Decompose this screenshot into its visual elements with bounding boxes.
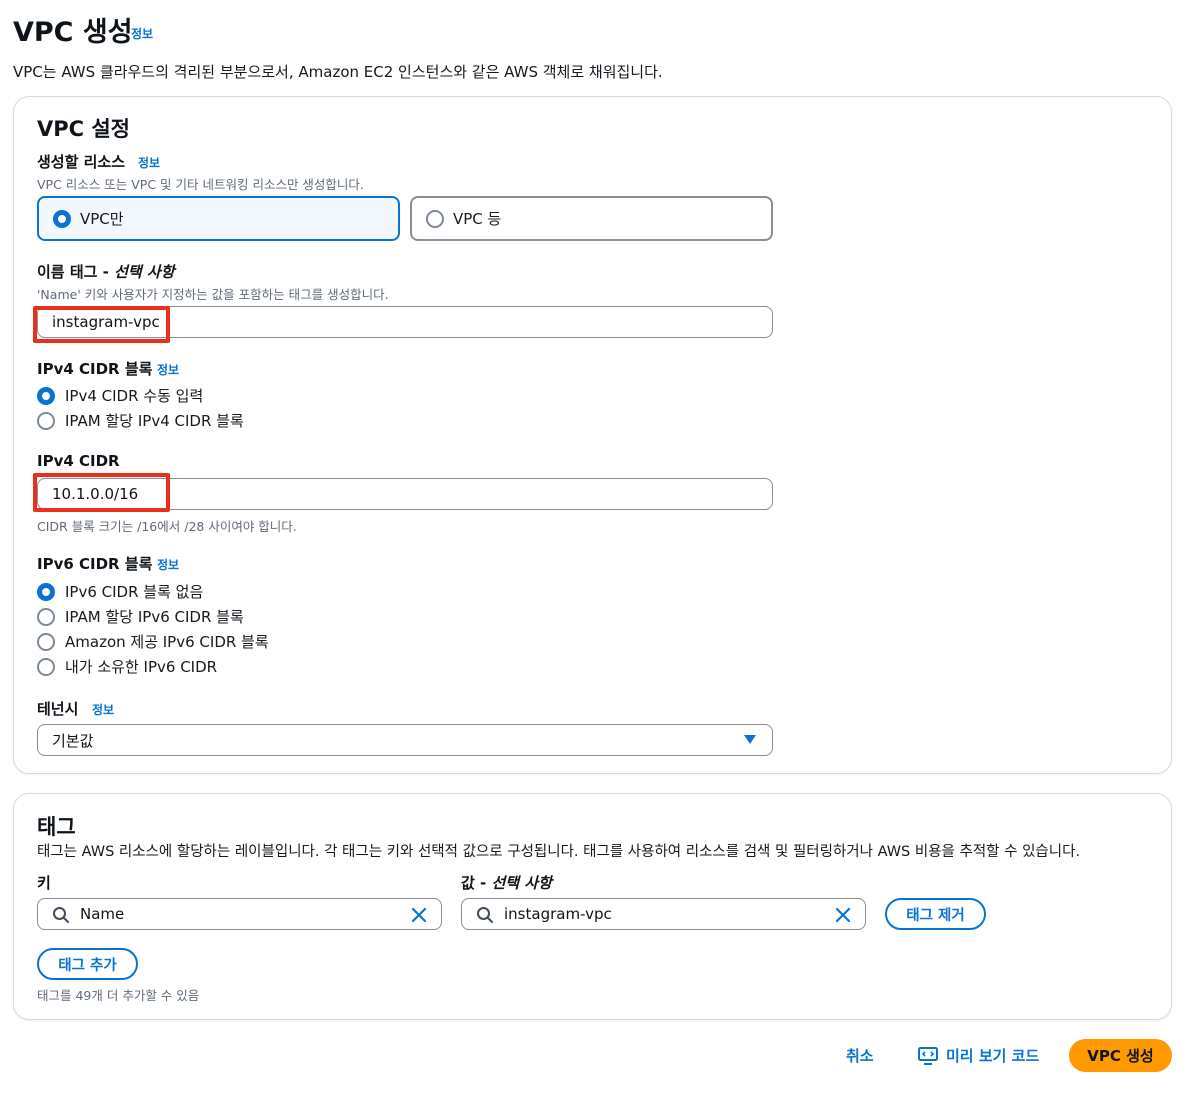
tenancy-select[interactable]: 기본값 [37, 724, 773, 756]
vpc-settings-title: VPC 설정 [37, 117, 131, 141]
tag-value-label-optional: 선택 사항 [491, 874, 552, 892]
resources-label: 생성할 리소스 [37, 153, 126, 171]
ipv6-option-byoip-label: 내가 소유한 IPv6 CIDR [65, 658, 218, 676]
tile-vpc-and-more[interactable]: VPC 등 [410, 196, 773, 241]
preview-code-button[interactable]: 미리 보기 코드 [918, 1045, 1039, 1066]
ipv6-option-byoip[interactable]: 내가 소유한 IPv6 CIDR [37, 656, 217, 677]
ipv6-block-info-link[interactable]: 정보 [157, 556, 179, 573]
name-tag-label-text: 이름 태그 - [37, 263, 115, 281]
tag-value-label-text: 값 - [461, 874, 492, 892]
name-tag-description: 'Name' 키와 사용자가 지정하는 값을 포함하는 태그를 생성합니다. [37, 287, 389, 302]
caret-down-icon [744, 735, 756, 744]
radio-ipv4-manual[interactable] [37, 386, 55, 405]
vpc-settings-panel: VPC 설정 생성할 리소스 정보 VPC 리소스 또는 VPC 및 기타 네트… [13, 96, 1172, 774]
tag-key-value: Name [80, 905, 125, 923]
radio-ipv6-byoip[interactable] [37, 657, 55, 676]
ipv4-cidr-highlight [33, 473, 170, 512]
page-title: VPC 생성 [13, 17, 133, 48]
ipv4-option-manual-label: IPv4 CIDR 수동 입력 [65, 387, 204, 405]
create-vpc-button[interactable]: VPC 생성 [1069, 1039, 1172, 1072]
tags-remaining: 태그를 49개 더 추가할 수 있음 [37, 988, 200, 1003]
ipv4-option-ipam-label: IPAM 할당 IPv4 CIDR 블록 [65, 412, 244, 430]
cancel-button[interactable]: 취소 [846, 1045, 874, 1066]
tag-key-label: 키 [37, 874, 51, 892]
tags-description: 태그는 AWS 리소스에 할당하는 레이블입니다. 각 태그는 키와 선택적 값… [37, 844, 1081, 860]
name-tag-label-optional: 선택 사항 [114, 263, 175, 281]
ipv4-option-manual[interactable]: IPv4 CIDR 수동 입력 [37, 385, 203, 406]
ipv4-cidr-hint: CIDR 블록 크기는 /16에서 /28 사이여야 합니다. [37, 519, 297, 534]
tag-value-value: instagram-vpc [504, 905, 612, 923]
ipv6-option-none-label: IPv6 CIDR 블록 없음 [65, 583, 204, 601]
radio-ipv4-ipam[interactable] [37, 411, 55, 430]
ipv6-block-label: IPv6 CIDR 블록 [37, 555, 153, 573]
tags-title: 태그 [37, 815, 76, 839]
resources-description: VPC 리소스 또는 VPC 및 기타 네트워킹 리소스만 생성합니다. [37, 177, 364, 192]
tags-panel: 태그 태그는 AWS 리소스에 할당하는 레이블입니다. 각 태그는 키와 선택… [13, 793, 1172, 1020]
ipv6-option-ipam[interactable]: IPAM 할당 IPv6 CIDR 블록 [37, 606, 244, 627]
resources-info-link[interactable]: 정보 [138, 154, 160, 171]
ipv6-option-none[interactable]: IPv6 CIDR 블록 없음 [37, 581, 203, 602]
search-icon [477, 907, 493, 923]
tile-vpc-and-more-label: VPC 등 [453, 210, 502, 228]
ipv4-block-info-link[interactable]: 정보 [157, 361, 179, 378]
search-icon [53, 907, 69, 923]
tag-value-label: 값 - 선택 사항 [461, 872, 552, 893]
close-icon[interactable] [833, 905, 853, 925]
tag-value-input[interactable]: instagram-vpc [461, 898, 866, 930]
name-tag-label: 이름 태그 - 선택 사항 [37, 261, 175, 282]
preview-code-label: 미리 보기 코드 [946, 1047, 1040, 1065]
remove-tag-button[interactable]: 태그 제거 [885, 898, 986, 930]
ipv4-block-label: IPv4 CIDR 블록 [37, 360, 153, 378]
ipv4-option-ipam[interactable]: IPAM 할당 IPv4 CIDR 블록 [37, 410, 244, 431]
ipv6-option-ipam-label: IPAM 할당 IPv6 CIDR 블록 [65, 608, 244, 626]
page-description: VPC는 AWS 클라우드의 격리된 부분으로서, Amazon EC2 인스턴… [13, 63, 663, 81]
radio-vpc-and-more[interactable] [426, 209, 444, 228]
radio-ipv6-none[interactable] [37, 582, 55, 601]
page-info-link[interactable]: 정보 [131, 25, 153, 42]
ipv6-option-amazon-label: Amazon 제공 IPv6 CIDR 블록 [65, 633, 269, 651]
radio-ipv6-ipam[interactable] [37, 607, 55, 626]
tenancy-info-link[interactable]: 정보 [92, 701, 114, 718]
tenancy-value: 기본값 [52, 731, 94, 750]
ipv6-option-amazon[interactable]: Amazon 제공 IPv6 CIDR 블록 [37, 631, 269, 652]
code-preview-icon [918, 1046, 938, 1065]
tile-vpc-only-label: VPC만 [80, 210, 124, 228]
tile-vpc-only[interactable]: VPC만 [37, 196, 400, 241]
ipv4-cidr-label: IPv4 CIDR [37, 452, 120, 470]
name-tag-highlight [33, 306, 170, 343]
tag-key-input[interactable]: Name [37, 898, 442, 930]
add-tag-button[interactable]: 태그 추가 [37, 948, 138, 980]
radio-vpc-only[interactable] [53, 209, 71, 228]
radio-ipv6-amazon[interactable] [37, 632, 55, 651]
tenancy-label: 테넌시 [37, 700, 79, 718]
close-icon[interactable] [409, 905, 429, 925]
